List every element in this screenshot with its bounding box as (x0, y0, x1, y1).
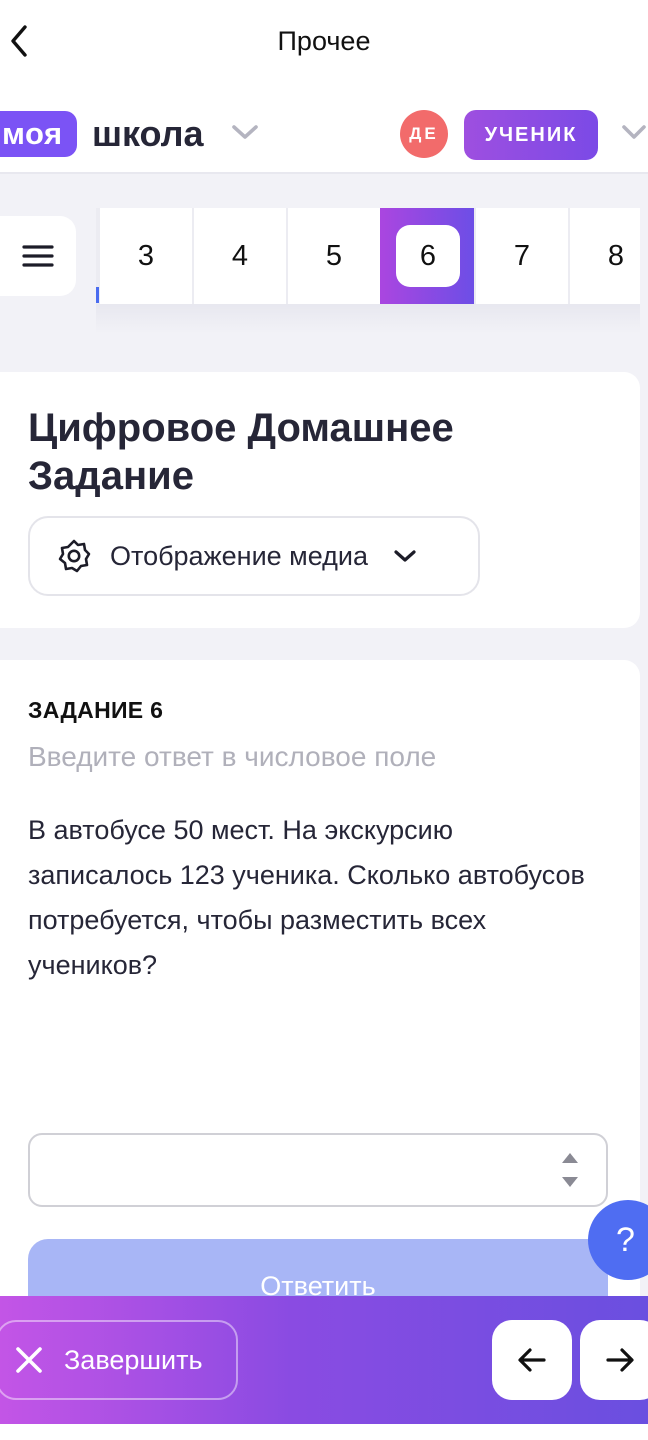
card-title: Цифровое Домашнее Задание (28, 406, 454, 498)
chevron-down-icon[interactable] (230, 122, 260, 142)
logo-badge[interactable]: моя (0, 111, 77, 157)
menu-button[interactable] (0, 216, 76, 296)
page-number: 3 (137, 239, 155, 272)
page-number: 4 (231, 239, 249, 272)
hamburger-menu-icon (22, 245, 54, 267)
app-header: моя школа ДЕ УЧЕНИК (0, 82, 648, 174)
bottom-bar: Завершить (0, 1296, 648, 1424)
previous-button[interactable] (492, 1320, 572, 1400)
task-hint: Введите ответ в числовое поле (28, 741, 437, 772)
arrow-right-icon (606, 1348, 634, 1372)
task-text: В автобусе 50 мест. На экскурсию записал… (28, 815, 585, 980)
page-number: 8 (607, 239, 625, 272)
pager-shadow (96, 300, 640, 334)
pager-scroll-indicator (96, 287, 99, 303)
bottom-safe-area (0, 1424, 648, 1440)
page-number: 6 (396, 225, 460, 287)
page-cell-active[interactable]: 6 (380, 208, 474, 304)
page-cell[interactable]: 8 (568, 208, 640, 304)
media-display-dropdown[interactable]: Отображение медиа (28, 516, 480, 596)
media-display-label: Отображение медиа (110, 540, 369, 571)
task-label: ЗАДАНИЕ 6 (28, 697, 164, 723)
page-cell[interactable]: 4 (192, 208, 286, 304)
chevron-down-icon (392, 547, 418, 565)
answer-input[interactable] (30, 1135, 550, 1205)
finish-label: Завершить (64, 1344, 203, 1375)
role-badge[interactable]: УЧЕНИК (464, 110, 598, 160)
page-cell[interactable]: 3 (96, 208, 192, 304)
avatar[interactable]: ДЕ (400, 110, 448, 158)
finish-button[interactable]: Завершить (0, 1320, 238, 1400)
page-cell[interactable]: 5 (286, 208, 380, 304)
arrow-left-icon (518, 1348, 546, 1372)
gear-icon (56, 538, 92, 574)
page-number: 5 (325, 239, 343, 272)
number-stepper-icon[interactable] (558, 1149, 582, 1191)
question-pager: 3 4 5 6 7 8 (96, 208, 640, 304)
logo-text[interactable]: школа (92, 111, 204, 157)
close-icon (14, 1345, 44, 1375)
page-title: Прочее (277, 26, 371, 56)
page-number: 7 (513, 239, 531, 272)
chevron-down-icon[interactable] (620, 122, 648, 142)
page-cell[interactable]: 7 (474, 208, 568, 304)
top-nav: Прочее (0, 0, 648, 82)
next-button[interactable] (580, 1320, 648, 1400)
answer-number-field[interactable] (28, 1133, 608, 1207)
